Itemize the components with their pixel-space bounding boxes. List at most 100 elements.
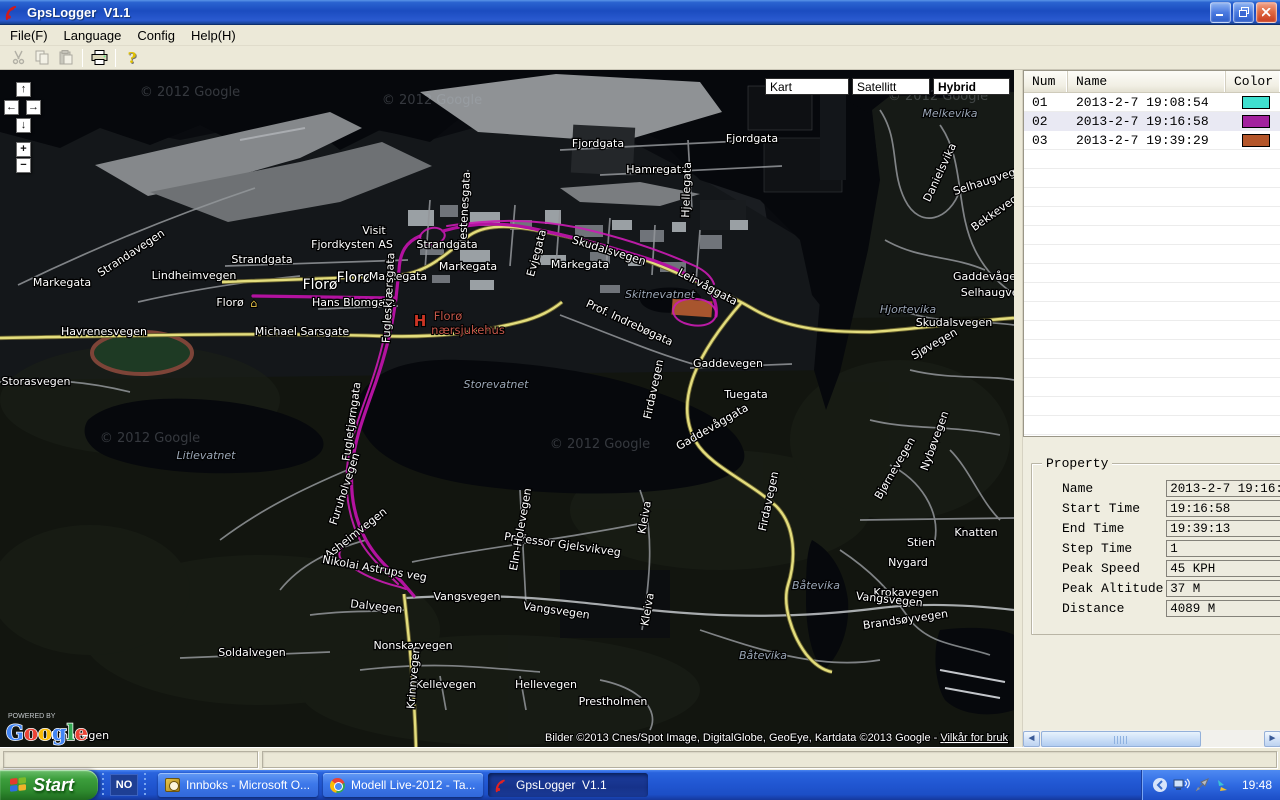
status-pane xyxy=(262,751,1277,768)
menu-item-helph[interactable]: Help(H) xyxy=(183,26,244,45)
title-bar: GpsLogger V1.1 xyxy=(0,0,1280,25)
column-header-color[interactable]: Color xyxy=(1226,71,1280,92)
panel-splitter[interactable] xyxy=(1014,70,1022,747)
client-area: FjordgataFjordgataHamregataHjellegataHes… xyxy=(0,70,1280,747)
track-color-swatch xyxy=(1242,134,1270,147)
google-logo[interactable]: Google xyxy=(6,720,88,745)
pan-right-button[interactable]: → xyxy=(26,100,41,115)
scrollbar-track[interactable] xyxy=(1040,731,1264,747)
toolbar: ? xyxy=(0,46,1280,70)
taskbar: Start NO Innboks - Microsoft O... Modell … xyxy=(0,770,1280,800)
bird-icon[interactable] xyxy=(1215,777,1232,794)
help-icon[interactable]: ? xyxy=(120,48,144,68)
horizontal-scrollbar: ◄ ► xyxy=(1023,730,1280,747)
map-canvas[interactable]: FjordgataFjordgataHamregataHjellegataHes… xyxy=(0,70,1014,747)
chrome-icon xyxy=(329,777,345,793)
track-num: 03 xyxy=(1024,133,1068,148)
taskbar-clock[interactable]: 19:48 xyxy=(1242,778,1272,792)
print-icon[interactable] xyxy=(87,48,111,68)
minimize-button[interactable] xyxy=(1210,2,1231,23)
taskbar-item-label: Modell Live-2012 - Ta... xyxy=(351,778,476,792)
track-row[interactable]: 032013-2-7 19:39:29 xyxy=(1024,131,1280,150)
property-value-start-time[interactable]: 19:16:58 xyxy=(1166,500,1280,517)
menu-item-language[interactable]: Language xyxy=(56,26,130,45)
track-color-swatch xyxy=(1242,115,1270,128)
windows-logo-icon xyxy=(8,775,28,795)
map-label: Båtevika xyxy=(739,649,787,662)
network-activity-icon[interactable] xyxy=(1173,777,1190,794)
map-label: Markegata xyxy=(551,258,609,271)
cut-icon[interactable] xyxy=(6,48,30,68)
right-panel: Num Name Color 012013-2-7 19:08:54022013… xyxy=(1022,70,1280,747)
scrollbar-thumb[interactable] xyxy=(1041,731,1201,747)
map-image: FjordgataFjordgataHamregataHjellegataHes… xyxy=(0,70,1014,747)
property-label: Name xyxy=(1062,481,1166,496)
property-value-step-time[interactable]: 1 xyxy=(1166,540,1280,557)
map-label: Skudalsvegen xyxy=(916,316,993,329)
map-label: Havrenesvegen xyxy=(61,325,147,338)
map-label: Kellevegen xyxy=(416,678,476,691)
map-label: Florø xyxy=(216,296,244,309)
pan-down-button[interactable]: ↓ xyxy=(16,118,31,133)
status-pane xyxy=(3,751,258,768)
track-row[interactable]: 012013-2-7 19:08:54 xyxy=(1024,93,1280,112)
map-label: nærsjukehus xyxy=(431,323,505,337)
column-header-num[interactable]: Num xyxy=(1024,71,1068,92)
start-button[interactable]: Start xyxy=(0,770,98,800)
map-label: Knatten xyxy=(954,526,997,539)
menu-item-config[interactable]: Config xyxy=(129,26,183,45)
map-type-hybrid[interactable]: Hybrid xyxy=(933,78,1010,95)
property-label: Start Time xyxy=(1062,501,1166,516)
scroll-right-button[interactable]: ► xyxy=(1264,731,1280,747)
map-label: Fjordkysten AS xyxy=(311,238,393,251)
copy-icon[interactable] xyxy=(30,48,54,68)
window-title: GpsLogger V1.1 xyxy=(27,5,1208,20)
zoom-in-button[interactable]: + xyxy=(16,142,31,157)
app-icon xyxy=(5,4,22,21)
paste-icon[interactable] xyxy=(54,48,78,68)
taskbar-item-chrome[interactable]: Modell Live-2012 - Ta... xyxy=(323,773,483,797)
pan-left-button[interactable]: ← xyxy=(4,100,19,115)
google-watermark: © 2012 Google xyxy=(140,85,240,100)
map-type-kart[interactable]: Kart xyxy=(765,78,849,95)
property-value-name[interactable]: 2013-2-7 19:16:58 xyxy=(1166,480,1280,497)
track-name: 2013-2-7 19:16:58 xyxy=(1068,114,1226,129)
map-label: Gaddevågen xyxy=(953,270,1014,283)
map-attribution: Bilder ©2013 Cnes/Spot Image, DigitalGlo… xyxy=(545,732,1008,744)
pan-up-button[interactable]: ↑ xyxy=(16,82,31,97)
start-label: Start xyxy=(33,775,74,796)
rocket-icon[interactable] xyxy=(1194,777,1211,794)
property-label: Peak Altitude xyxy=(1062,581,1166,596)
outlook-icon xyxy=(164,777,180,793)
zoom-out-button[interactable]: − xyxy=(16,158,31,173)
taskbar-item-outlook[interactable]: Innboks - Microsoft O... xyxy=(158,773,318,797)
status-bar xyxy=(0,747,1280,770)
property-group: Property Name2013-2-7 19:16:58Start Time… xyxy=(1031,463,1280,635)
close-button[interactable] xyxy=(1256,2,1277,23)
gpslogger-icon xyxy=(494,777,510,793)
map-type-satellitt[interactable]: Satellitt xyxy=(852,78,930,95)
menu-bar: File(F)LanguageConfigHelp(H) xyxy=(0,25,1280,46)
map-label: Båtevika xyxy=(792,579,840,592)
track-row[interactable]: 022013-2-7 19:16:58 xyxy=(1024,112,1280,131)
map-label: Hamregata xyxy=(626,163,688,176)
google-watermark: © 2012 Google xyxy=(100,431,200,446)
column-header-name[interactable]: Name xyxy=(1068,71,1226,92)
tray-collapse-icon[interactable] xyxy=(1152,777,1169,794)
restore-button[interactable] xyxy=(1233,2,1254,23)
map-label: Fjordgata xyxy=(726,132,778,145)
map-label: Strandgata xyxy=(416,238,477,251)
track-num: 02 xyxy=(1024,114,1068,129)
property-value-distance[interactable]: 4089 M xyxy=(1166,600,1280,617)
property-value-peak-altitude[interactable]: 37 M xyxy=(1166,580,1280,597)
property-value-end-time[interactable]: 19:39:13 xyxy=(1166,520,1280,537)
scroll-left-button[interactable]: ◄ xyxy=(1023,731,1040,747)
google-watermark: © 2012 Google xyxy=(382,93,482,108)
property-value-peak-speed[interactable]: 45 KPH xyxy=(1166,560,1280,577)
taskbar-item-gpslogger[interactable]: GpsLogger V1.1 xyxy=(488,773,648,797)
menu-item-filef[interactable]: File(F) xyxy=(2,26,56,45)
language-indicator[interactable]: NO xyxy=(110,774,138,796)
terms-link[interactable]: Vilkår for bruk xyxy=(940,732,1008,744)
map-label: Storasvegen xyxy=(1,375,70,388)
map-label: Litlevatnet xyxy=(177,449,237,462)
